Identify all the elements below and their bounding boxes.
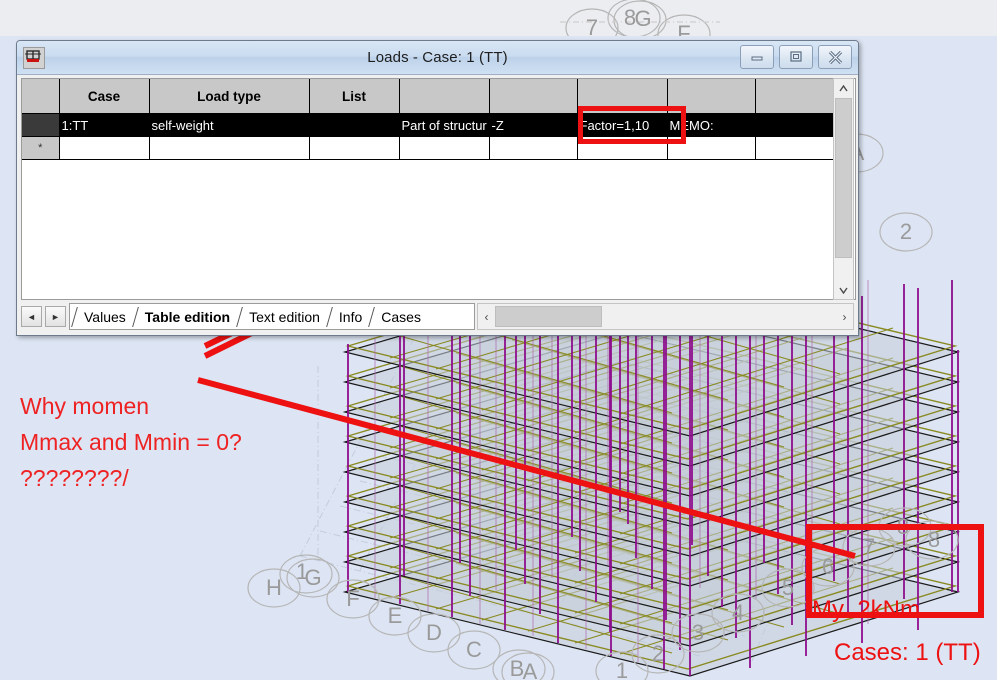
axis-bubble-4: 4	[732, 600, 744, 625]
tab-values[interactable]: Values	[72, 305, 133, 329]
axis-bubble-5: 5	[782, 575, 794, 600]
cell-4-new[interactable]	[399, 136, 490, 160]
tab-cases[interactable]: Cases	[369, 305, 428, 329]
table-header-row: Case Load type List	[22, 79, 844, 114]
axis-bubble-1b: 1	[296, 559, 308, 584]
axis-bubble-F: F	[346, 586, 359, 611]
window-controls	[740, 45, 852, 69]
tab-text-edition[interactable]: Text edition	[237, 305, 327, 329]
cell-load-type-new[interactable]	[149, 136, 310, 160]
cell-case-new[interactable]	[59, 136, 150, 160]
hscroll-left-arrow[interactable]: ‹	[478, 304, 495, 329]
scrollbar-thumb-horizontal[interactable]	[495, 306, 602, 327]
cell-load-type[interactable]: self-weight	[149, 113, 310, 137]
axis-bubble-H: H	[266, 575, 282, 600]
col-header-load-type[interactable]: Load type	[149, 79, 310, 114]
app-root: 7 8 G F H G 1 F E D C B A 1 2 3 4 5 6 7 …	[0, 0, 997, 680]
axis-bubble-top-G: G	[634, 6, 651, 31]
cell-direction[interactable]: -Z	[489, 113, 578, 137]
axis-bubble-3: 3	[692, 620, 704, 645]
tab-info[interactable]: Info	[327, 305, 369, 329]
cell-extra[interactable]	[755, 113, 844, 137]
tab-next-button[interactable]: ►	[45, 306, 66, 327]
hscroll-right-arrow[interactable]: ›	[836, 304, 853, 329]
cell-5-new[interactable]	[489, 136, 578, 160]
loads-grid: Case Load type List 1:TT self-weight Par…	[22, 79, 844, 160]
scroll-down-arrow[interactable]	[834, 281, 853, 299]
table-row[interactable]: 1:TT self-weight Part of structur -Z Fac…	[22, 113, 844, 137]
new-row-marker[interactable]: *	[22, 136, 60, 160]
axis-bubble-right-2: 2	[900, 219, 912, 244]
window-title: Loads - Case: 1 (TT)	[367, 49, 508, 66]
axis-bubble-top-7: 7	[586, 15, 598, 36]
annotation-question-text: Why momen Mmax and Mmin = 0? ????????/	[20, 393, 242, 491]
cell-list-new[interactable]	[309, 136, 400, 160]
col-header-5[interactable]	[489, 79, 578, 114]
top-toolbar-strip: 7 8 G F	[0, 0, 997, 36]
col-header-8[interactable]	[755, 79, 844, 114]
cell-case[interactable]: 1:TT	[59, 113, 150, 137]
axis-bubble-A: A	[523, 659, 538, 680]
cell-8-new[interactable]	[755, 136, 844, 160]
col-header-list[interactable]: List	[309, 79, 400, 114]
axis-bubble-1: 1	[616, 658, 628, 680]
scrollbar-thumb-vertical[interactable]	[835, 98, 852, 258]
legend-cases-label: Cases: 1 (TT)	[834, 639, 981, 666]
loads-window[interactable]: Loads - Case: 1 (TT) Case Load type List…	[16, 40, 859, 336]
axis-bubble-top-F: F	[677, 21, 690, 36]
window-titlebar[interactable]: Loads - Case: 1 (TT)	[17, 41, 858, 75]
view-cube[interactable]	[915, 0, 997, 22]
table-horizontal-scrollbar[interactable]: ‹ ›	[477, 303, 854, 330]
loads-window-icon	[23, 46, 45, 69]
cell-list[interactable]	[309, 113, 400, 137]
col-header-case[interactable]: Case	[59, 79, 150, 114]
close-button[interactable]	[818, 45, 852, 69]
axis-bubble-D: D	[426, 620, 442, 645]
scroll-up-arrow[interactable]	[834, 79, 853, 97]
minimize-button[interactable]	[740, 45, 774, 69]
maximize-button[interactable]	[779, 45, 813, 69]
col-header-corner[interactable]	[22, 79, 60, 114]
tab-list: Values Table edition Text edition Info C…	[69, 303, 475, 330]
table-row[interactable]: *	[22, 136, 844, 160]
legend-title: My 2kNm	[812, 596, 920, 623]
row-marker[interactable]	[22, 113, 60, 137]
tab-nav-buttons: ◄ ►	[21, 303, 69, 330]
factor-highlight-box	[578, 106, 686, 144]
col-header-4[interactable]	[399, 79, 490, 114]
cell-part-of-structure[interactable]: Part of structur	[399, 113, 490, 137]
axis-bubble-E: E	[388, 603, 403, 628]
table-vertical-scrollbar[interactable]	[833, 78, 854, 300]
axis-bubble-2: 2	[652, 641, 664, 666]
axis-bubble-C: C	[466, 637, 482, 662]
tab-strip: ◄ ► Values Table edition Text edition In…	[21, 303, 854, 330]
loads-table[interactable]: Case Load type List 1:TT self-weight Par…	[21, 78, 856, 300]
top-axis-bubbles: 7 8 G F	[560, 0, 720, 36]
tab-table-edition[interactable]: Table edition	[133, 305, 237, 329]
tab-prev-button[interactable]: ◄	[21, 306, 42, 327]
